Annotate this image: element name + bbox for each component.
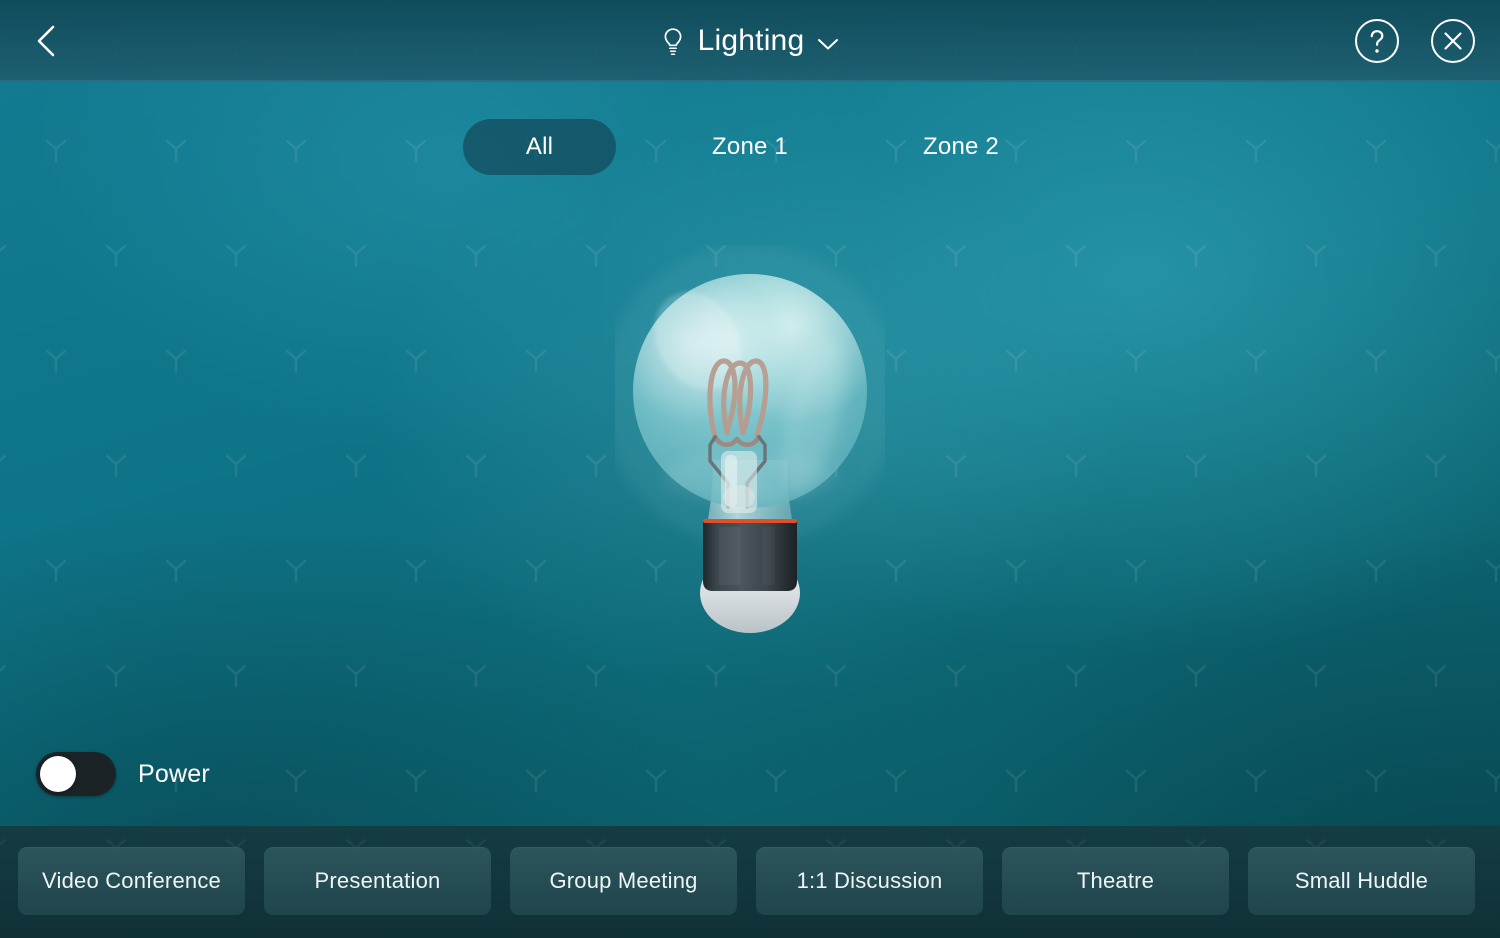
preset-label: Small Huddle [1294, 868, 1429, 893]
page-title: Lighting [697, 24, 805, 57]
back-button[interactable] [22, 17, 70, 65]
help-button[interactable] [1354, 18, 1400, 64]
preset-bar: Video Conference Presentation Group Meet… [0, 826, 1500, 938]
power-toggle[interactable] [36, 752, 116, 796]
tab-label: Zone 1 [712, 133, 788, 160]
power-control: Power [36, 750, 210, 798]
tab-label: All [525, 133, 554, 160]
lightbulb-icon [664, 28, 682, 55]
preset-label: Group Meeting [549, 868, 698, 893]
zone-tabs: All Zone 1 Zone 2 [0, 119, 1500, 175]
lightbulb-illustration [615, 245, 885, 633]
preset-button-small-huddle[interactable]: Small Huddle [1248, 847, 1475, 915]
preset-button-group-meeting[interactable]: Group Meeting [510, 847, 737, 915]
close-button[interactable] [1430, 18, 1476, 64]
preset-label: Video Conference [42, 868, 221, 893]
tab-all[interactable]: All [463, 119, 616, 175]
preset-list: Video Conference Presentation Group Meet… [18, 847, 1475, 915]
tab-label: Zone 2 [923, 133, 999, 160]
preset-button-one-to-one-discussion[interactable]: 1:1 Discussion [756, 847, 983, 915]
chevron-left-icon [37, 25, 55, 57]
chevron-down-icon[interactable] [817, 37, 839, 51]
header-bar: Lighting [0, 0, 1500, 82]
preset-label: 1:1 Discussion [796, 868, 943, 893]
tab-zone-1[interactable]: Zone 1 [660, 119, 840, 175]
toggle-knob [40, 756, 76, 792]
preset-label: Presentation [314, 868, 441, 893]
preset-button-presentation[interactable]: Presentation [264, 847, 491, 915]
tab-zone-2[interactable]: Zone 2 [871, 119, 1051, 175]
preset-button-theatre[interactable]: Theatre [1002, 847, 1229, 915]
power-label: Power [138, 759, 210, 788]
preset-button-video-conference[interactable]: Video Conference [18, 847, 245, 915]
header-title-group: Lighting [0, 0, 1500, 82]
preset-label: Theatre [1076, 868, 1155, 893]
